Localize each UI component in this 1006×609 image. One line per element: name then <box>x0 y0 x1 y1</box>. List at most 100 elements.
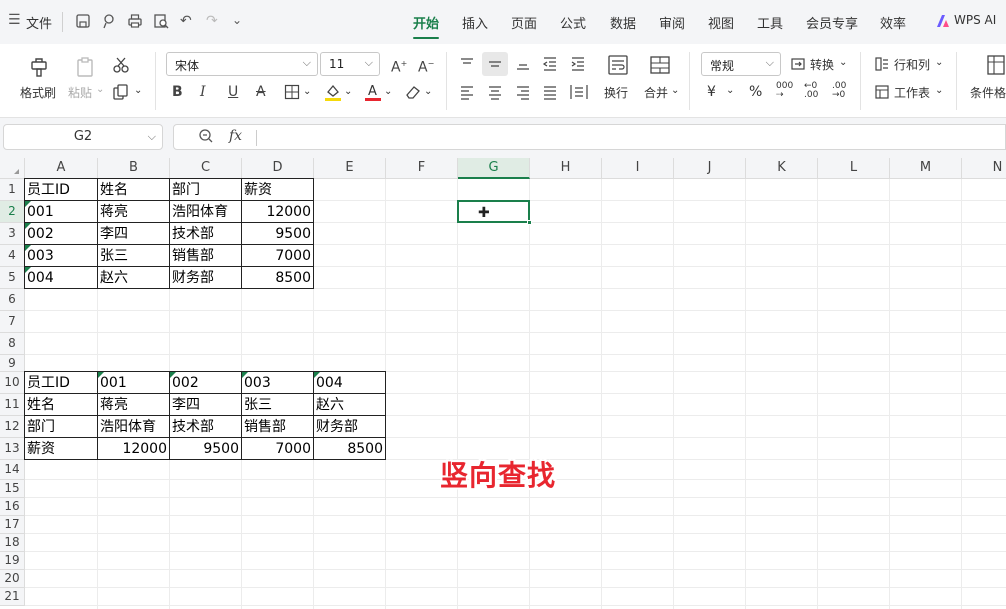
table-cell[interactable]: 蒋亮 <box>98 394 169 416</box>
tab-efficiency[interactable]: 效率 <box>880 13 906 32</box>
table-cell[interactable]: 赵六 <box>98 267 169 289</box>
chevron-down-icon[interactable]: ⌄ <box>839 57 847 68</box>
chevron-down-icon[interactable]: ⌄ <box>671 85 679 96</box>
font-size-select[interactable]: 11 ⌵ <box>320 52 380 76</box>
tab-data[interactable]: 数据 <box>610 13 636 32</box>
table-cell[interactable]: 销售部 <box>242 416 313 438</box>
table-cell[interactable]: 004 <box>314 372 385 394</box>
conditional-format-label[interactable]: 条件格 <box>970 84 1006 101</box>
convert-icon[interactable] <box>790 56 806 75</box>
table-cell[interactable]: 李四 <box>98 223 169 245</box>
table-cell[interactable]: 张三 <box>98 245 169 267</box>
row-header-4[interactable]: 4 <box>0 245 25 267</box>
currency-icon[interactable]: ¥ <box>707 84 716 100</box>
row-header-6[interactable]: 6 <box>0 289 25 311</box>
tab-view[interactable]: 视图 <box>708 13 734 32</box>
table-cell[interactable]: 浩阳体育 <box>170 201 241 223</box>
column-header-k[interactable]: K <box>746 158 818 179</box>
table-cell[interactable]: 薪资 <box>25 438 97 460</box>
table-cell[interactable]: 财务部 <box>170 267 241 289</box>
increase-font-icon[interactable]: A+ <box>391 56 407 76</box>
column-header-g[interactable]: G <box>458 158 530 179</box>
print-icon[interactable] <box>127 13 143 33</box>
align-bottom-icon[interactable] <box>515 56 531 75</box>
hamburger-icon[interactable]: ☰ <box>8 12 21 28</box>
format-painter-icon[interactable] <box>28 56 50 79</box>
table-cell[interactable]: 技术部 <box>170 416 241 438</box>
table-cell[interactable]: 12000 <box>242 201 313 223</box>
chevron-down-icon[interactable]: ⌄ <box>303 86 311 97</box>
tab-home[interactable]: 开始 <box>413 13 439 32</box>
row-header-12[interactable]: 12 <box>0 416 25 438</box>
decrease-indent-icon[interactable] <box>542 56 558 75</box>
column-header-d[interactable]: D <box>242 158 314 179</box>
tab-review[interactable]: 审阅 <box>659 13 685 32</box>
convert-label[interactable]: 转换 <box>810 56 834 73</box>
number-format-select[interactable]: 常规 ⌵ <box>701 52 781 76</box>
column-header-e[interactable]: E <box>314 158 386 179</box>
row-header-15[interactable]: 15 <box>0 480 25 498</box>
justify-icon[interactable] <box>542 84 558 103</box>
row-header-14[interactable]: 14 <box>0 460 25 480</box>
column-header-h[interactable]: H <box>530 158 602 179</box>
fill-color-icon[interactable] <box>324 82 342 105</box>
row-header-16[interactable]: 16 <box>0 498 25 516</box>
row-header-10[interactable]: 10 <box>0 372 25 394</box>
table-cell[interactable]: 002 <box>25 223 97 245</box>
column-header-a[interactable]: A <box>25 158 98 179</box>
column-header-m[interactable]: M <box>890 158 962 179</box>
table-cell[interactable]: 部门 <box>170 179 241 201</box>
align-top-icon[interactable] <box>459 56 475 75</box>
table-cell[interactable]: 姓名 <box>98 179 169 201</box>
cut-icon[interactable] <box>112 56 130 77</box>
align-left-icon[interactable] <box>459 84 475 103</box>
tab-formula[interactable]: 公式 <box>560 13 586 32</box>
chevron-down-icon[interactable]: ⌄ <box>232 13 242 27</box>
save-icon[interactable] <box>75 13 91 33</box>
table-cell[interactable]: 001 <box>25 201 97 223</box>
row-header-3[interactable]: 3 <box>0 223 25 245</box>
row-header-9[interactable]: 9 <box>0 355 25 372</box>
table-cell[interactable]: 蒋亮 <box>98 201 169 223</box>
conditional-format-icon[interactable] <box>986 54 1006 79</box>
table-cell[interactable]: 李四 <box>170 394 241 416</box>
table-cell[interactable]: 004 <box>25 267 97 289</box>
italic-icon[interactable]: I <box>200 84 206 100</box>
tab-tools[interactable]: 工具 <box>757 13 783 32</box>
row-header-18[interactable]: 18 <box>0 534 25 552</box>
row-header-13[interactable]: 13 <box>0 438 25 460</box>
chevron-down-icon[interactable]: ⌄ <box>424 86 432 97</box>
rows-cols-icon[interactable] <box>874 56 890 75</box>
table-cell[interactable]: 12000 <box>98 438 169 460</box>
table-cell[interactable]: 9500 <box>170 438 241 460</box>
chevron-down-icon[interactable]: ⌄ <box>344 86 352 97</box>
border-icon[interactable] <box>284 84 300 103</box>
table-cell[interactable]: 003 <box>242 372 313 394</box>
chevron-down-icon[interactable]: ⌄ <box>935 57 943 68</box>
column-header-i[interactable]: I <box>602 158 674 179</box>
table-cell[interactable]: 部门 <box>25 416 97 438</box>
table-cell[interactable]: 9500 <box>242 223 313 245</box>
active-cell-selection[interactable] <box>457 200 530 223</box>
column-header-j[interactable]: J <box>674 158 746 179</box>
tab-insert[interactable]: 插入 <box>462 13 488 32</box>
align-right-icon[interactable] <box>515 84 531 103</box>
name-box[interactable]: G2 ⌵ <box>3 124 163 150</box>
chevron-down-icon[interactable]: ⌄ <box>134 85 142 96</box>
table-cell[interactable]: 浩阳体育 <box>98 416 169 438</box>
worksheet-label[interactable]: 工作表 <box>894 84 930 101</box>
row-header-5[interactable]: 5 <box>0 267 25 289</box>
row-header-19[interactable]: 19 <box>0 552 25 570</box>
row-header-2[interactable]: 2 <box>0 201 25 223</box>
percent-icon[interactable]: % <box>749 84 762 100</box>
chevron-down-icon[interactable]: ⌄ <box>384 86 392 97</box>
table-cell[interactable]: 8500 <box>314 438 385 460</box>
table-cell[interactable]: 002 <box>170 372 241 394</box>
table-cell[interactable]: 003 <box>25 245 97 267</box>
file-menu[interactable]: 文件 <box>26 13 52 32</box>
chevron-down-icon[interactable]: ⌄ <box>726 85 734 96</box>
row-header-17[interactable]: 17 <box>0 516 25 534</box>
merge-cells-icon[interactable] <box>649 54 671 79</box>
merge-cells-label[interactable]: 合并 <box>644 84 668 101</box>
tab-member[interactable]: 会员专享 <box>806 13 858 32</box>
